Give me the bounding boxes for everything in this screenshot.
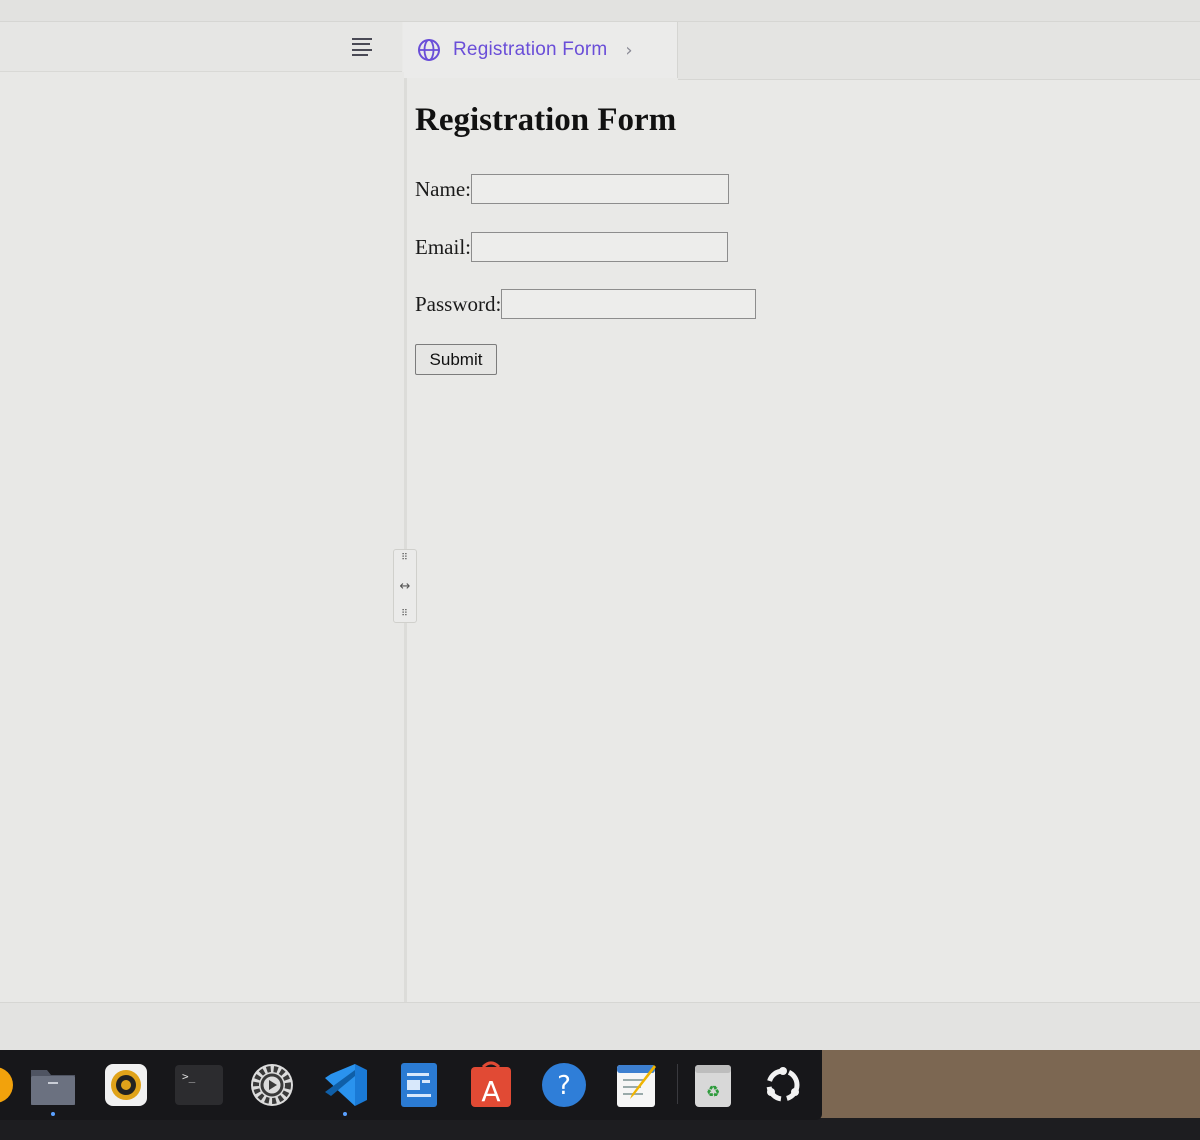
grip-top-icon: ⠿: [401, 553, 409, 563]
dock: >_ A ? ♻: [0, 1050, 822, 1120]
resize-arrows-icon: ↔: [399, 578, 411, 594]
resize-handle[interactable]: ⠿ ↔ ⠿: [393, 549, 417, 623]
tab-label: Registration Form: [453, 39, 608, 60]
svg-text:♻: ♻: [706, 1082, 720, 1101]
terminal-icon[interactable]: >_: [174, 1060, 224, 1110]
grip-bottom-icon: ⠿: [401, 609, 409, 619]
name-label: Name:: [415, 176, 471, 201]
help-icon[interactable]: ?: [539, 1060, 589, 1110]
ubuntu-activity-icon[interactable]: [0, 1060, 20, 1110]
left-panel: [0, 72, 404, 1002]
globe-icon: [418, 39, 440, 61]
name-field[interactable]: [470, 174, 729, 204]
tab-registration-form[interactable]: Registration Form ›: [403, 22, 678, 78]
sidebar-header: [0, 22, 402, 72]
preview-panel: [407, 80, 1200, 1002]
document-viewer-icon[interactable]: [394, 1060, 444, 1110]
trash-icon[interactable]: ♻: [688, 1060, 738, 1110]
tab-bar-empty: [678, 22, 1200, 80]
chevron-right-icon[interactable]: ›: [625, 40, 632, 61]
email-field[interactable]: [471, 232, 728, 262]
svg-text:A: A: [481, 1075, 500, 1108]
dock-separator: [677, 1064, 678, 1104]
password-field[interactable]: [501, 289, 757, 319]
svg-text:>_: >_: [182, 1070, 196, 1083]
files-icon[interactable]: [28, 1060, 78, 1116]
email-row: Email:: [415, 232, 728, 262]
app-center-icon[interactable]: A: [466, 1060, 516, 1110]
email-label: Email:: [415, 234, 471, 259]
password-label: Password:: [415, 291, 502, 316]
rhythmbox-icon[interactable]: [101, 1060, 151, 1110]
show-apps-icon[interactable]: [758, 1060, 808, 1110]
name-row: Name:: [415, 174, 729, 204]
settings-icon[interactable]: [247, 1060, 297, 1110]
desk-shadow: [0, 1118, 1200, 1140]
password-row: Password:: [415, 289, 757, 319]
text-editor-icon[interactable]: [612, 1060, 662, 1110]
svg-text:?: ?: [557, 1071, 571, 1101]
menu-icon[interactable]: [350, 36, 376, 58]
page-title: Registration Form: [415, 102, 677, 138]
window-bottom-strip: [0, 1002, 1200, 1050]
desktop-screen: Registration Form › ⠿ ↔ ⠿ Registration F…: [0, 0, 1200, 1140]
submit-button[interactable]: Submit: [415, 344, 497, 375]
window-top-strip: [0, 0, 1200, 22]
vscode-icon[interactable]: [320, 1060, 370, 1116]
